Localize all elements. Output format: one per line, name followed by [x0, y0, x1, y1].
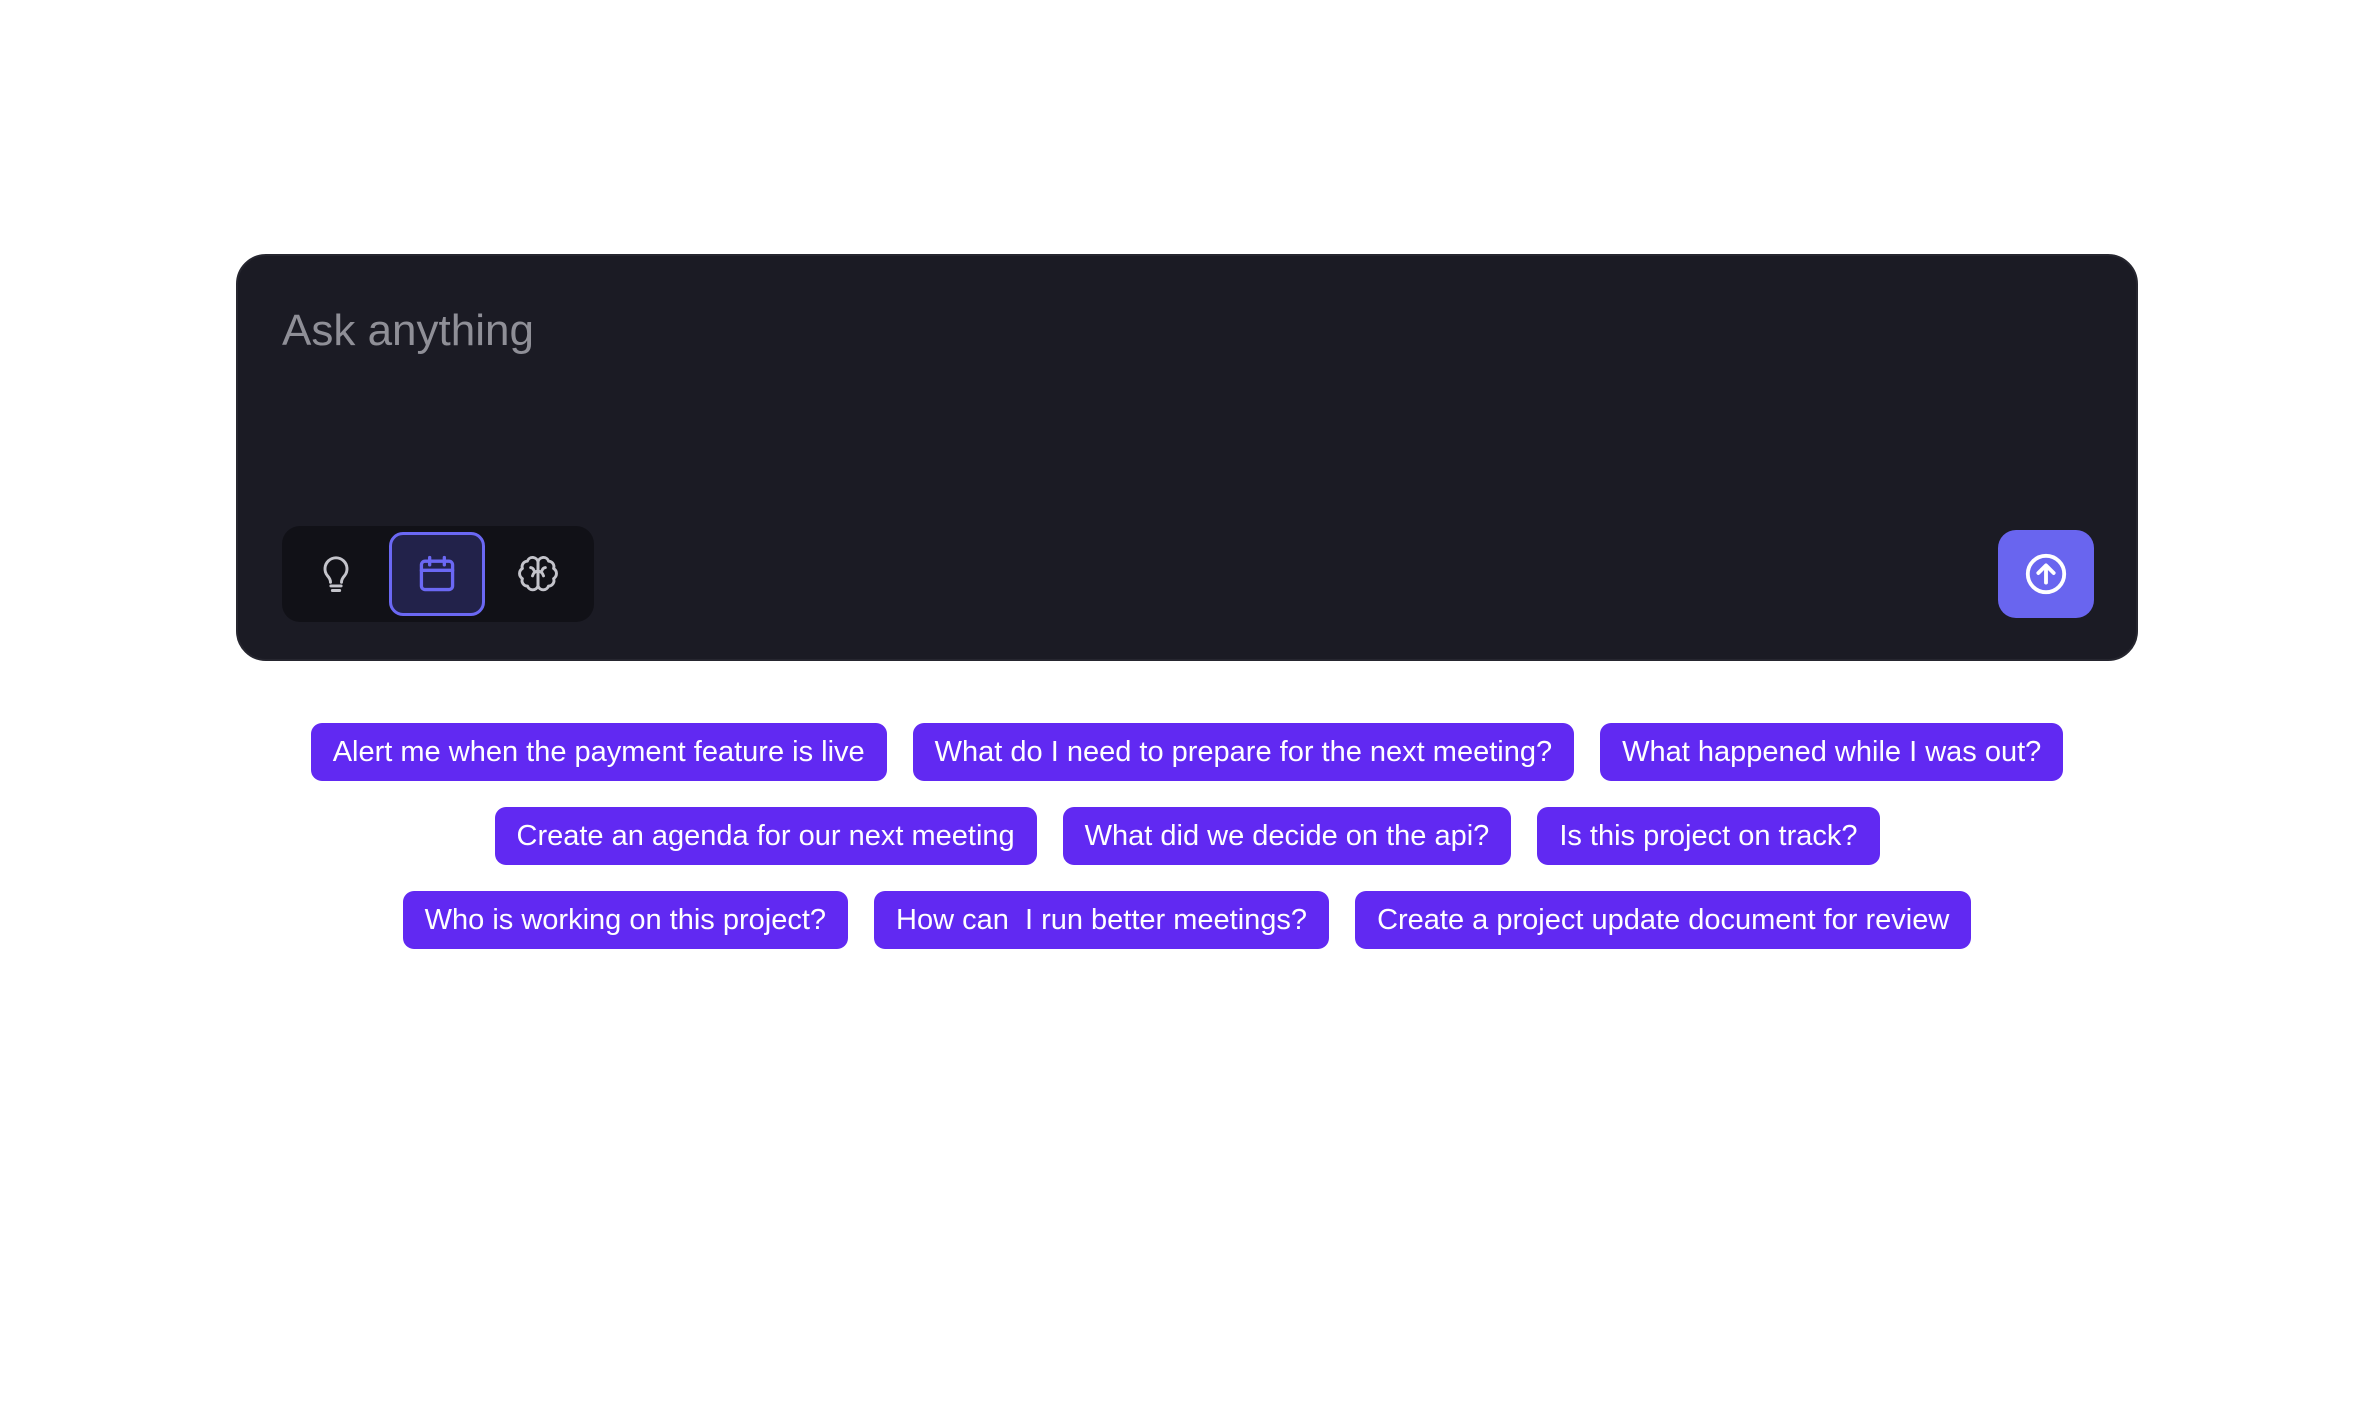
mode-selector — [282, 526, 594, 622]
brain-mode-button[interactable] — [490, 532, 586, 616]
suggestion-chip[interactable]: What do I need to prepare for the next m… — [912, 723, 1575, 781]
brain-icon — [516, 552, 560, 596]
suggestion-chip[interactable]: What did we decide on the api? — [1062, 807, 1512, 865]
page: Alert me when the payment feature is liv… — [0, 0, 2364, 1420]
suggestion-row: Who is working on this project? How can … — [236, 891, 2138, 949]
suggestion-list: Alert me when the payment feature is liv… — [236, 723, 2138, 975]
lightbulb-icon — [314, 552, 358, 596]
calendar-mode-button[interactable] — [389, 532, 485, 616]
suggestion-chip[interactable]: Alert me when the payment feature is liv… — [310, 723, 887, 781]
suggestion-row: Create an agenda for our next meeting Wh… — [236, 807, 2138, 865]
calendar-icon — [415, 552, 459, 596]
send-button[interactable] — [1998, 530, 2094, 618]
suggestion-chip[interactable]: Create an agenda for our next meeting — [494, 807, 1037, 865]
suggestion-chip[interactable]: Is this project on track? — [1537, 807, 1880, 865]
suggestion-chip[interactable]: Create a project update document for rev… — [1355, 891, 1972, 949]
suggestion-chip[interactable]: How can I run better meetings? — [874, 891, 1330, 949]
idea-mode-button[interactable] — [288, 532, 384, 616]
suggestion-chip[interactable]: What happened while I was out? — [1600, 723, 2064, 781]
arrow-up-circle-icon — [2023, 551, 2069, 597]
ask-input[interactable] — [282, 286, 2062, 376]
suggestion-row: Alert me when the payment feature is liv… — [236, 723, 2138, 781]
chat-composer — [236, 254, 2138, 661]
suggestion-chip[interactable]: Who is working on this project? — [402, 891, 849, 949]
